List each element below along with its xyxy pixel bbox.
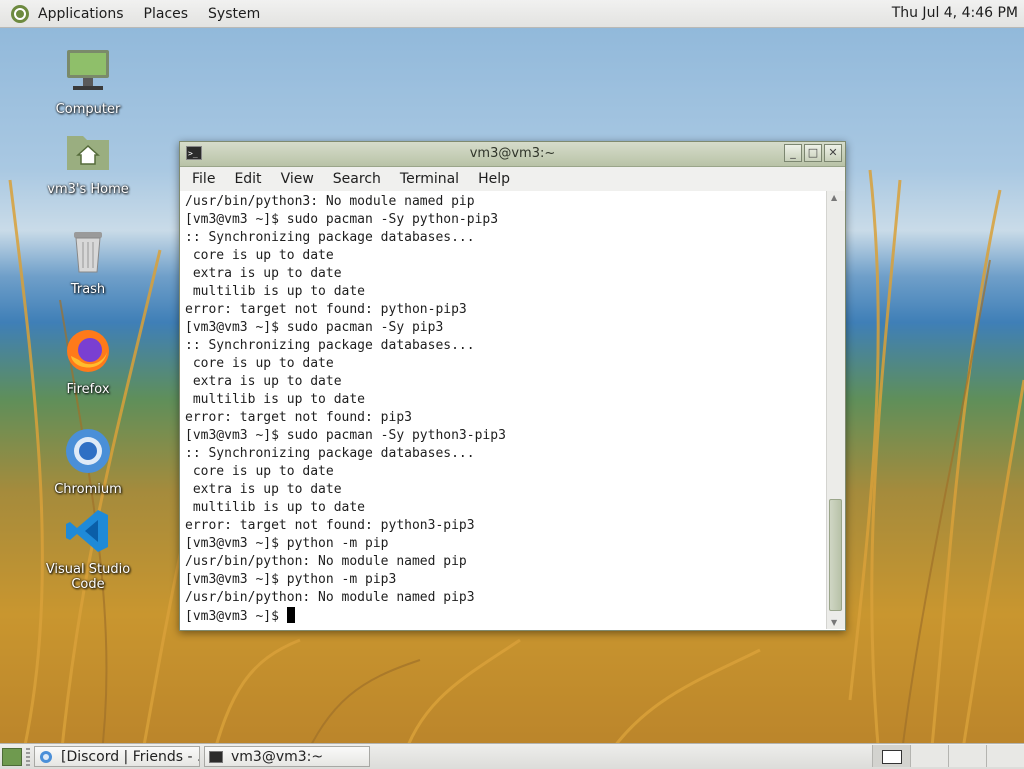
terminal-line: core is up to date [185,464,334,479]
terminal-line: multilib is up to date [185,284,366,299]
task-terminal[interactable]: vm3@vm3:~ [204,746,370,767]
desktop-icon-label: Visual Studio Code [45,562,131,592]
panel-grip[interactable] [26,747,30,766]
terminal-line: extra is up to date [185,266,342,281]
terminal-line: [vm3@vm3 ~]$ python -m pip3 [185,572,397,587]
menu-terminal[interactable]: Terminal [400,171,459,187]
terminal-line: :: Synchronizing package databases... [185,446,475,461]
desktop-icon-label: Computer [55,102,121,117]
terminal-line: [vm3@vm3 ~]$ sudo pacman -Sy pip3 [185,320,444,335]
mate-logo-icon[interactable] [10,4,30,24]
desktop-icon-computer[interactable]: Computer [28,46,148,117]
terminal-prompt: [vm3@vm3 ~]$ [185,609,287,624]
terminal-line: core is up to date [185,248,334,263]
workspace-switcher [872,745,1024,767]
desktop-icon-vscode[interactable]: Visual Studio Code [28,506,148,592]
menu-system[interactable]: System [198,6,270,22]
maximize-button[interactable]: □ [804,144,822,162]
terminal-line: multilib is up to date [185,392,366,407]
bottom-taskbar: [Discord | Friends - ... vm3@vm3:~ [0,743,1024,769]
desktop-icon-chromium[interactable]: Chromium [28,426,148,497]
trash-icon [74,232,102,273]
text-cursor [286,607,295,623]
terminal-line: /usr/bin/python3: No module named pip [185,194,475,209]
scroll-up-arrow-icon[interactable]: ▲ [831,193,837,202]
terminal-prompt-line[interactable]: [vm3@vm3 ~]$ [185,607,825,626]
show-desktop-button[interactable] [2,747,22,766]
terminal-icon [186,142,202,166]
chromium-icon [40,750,52,763]
desktop-icon-home[interactable]: vm3's Home [28,126,148,197]
menu-places[interactable]: Places [134,6,199,22]
workspace-2[interactable] [910,745,948,767]
chromium-icon [66,429,110,473]
terminal-line: extra is up to date [185,374,342,389]
workspace-3[interactable] [948,745,986,767]
terminal-icon [209,750,223,763]
terminal-line: extra is up to date [185,482,342,497]
terminal-line: :: Synchronizing package databases... [185,230,475,245]
terminal-line: error: target not found: python3-pip3 [185,518,475,533]
desktop-icon-label: Firefox [66,382,110,397]
terminal-output[interactable]: /usr/bin/python3: No module named pip [vm… [180,191,825,629]
desktop-icon-label: Trash [70,282,106,297]
window-controls: _ □ ✕ [784,144,842,162]
menu-view[interactable]: View [281,171,314,187]
window-titlebar[interactable]: vm3@vm3:~ _ □ ✕ [180,142,845,167]
terminal-line: [vm3@vm3 ~]$ python -m pip [185,536,389,551]
terminal-line: /usr/bin/python: No module named pip3 [185,590,475,605]
terminal-scrollbar[interactable]: ▲ ▼ [826,191,845,629]
computer-icon [67,50,109,90]
terminal-line: /usr/bin/python: No module named pip [185,554,467,569]
desktop-icon-label: vm3's Home [47,182,129,197]
terminal-line: [vm3@vm3 ~]$ sudo pacman -Sy python-pip3 [185,212,499,227]
menu-file[interactable]: File [192,171,215,187]
close-button[interactable]: ✕ [824,144,842,162]
terminal-menubar: File Edit View Search Terminal Help [180,167,845,191]
menu-help[interactable]: Help [478,171,510,187]
terminal-window: vm3@vm3:~ _ □ ✕ File Edit View Search Te… [179,141,846,631]
menu-edit[interactable]: Edit [234,171,261,187]
scrollbar-thumb[interactable] [829,499,842,611]
terminal-line: error: target not found: pip3 [185,410,412,425]
desktop-icon-label: Chromium [54,482,122,497]
vscode-icon [66,510,108,552]
window-title: vm3@vm3:~ [469,146,556,161]
terminal-line: :: Synchronizing package databases... [185,338,475,353]
terminal-line: multilib is up to date [185,500,366,515]
firefox-icon [67,330,109,372]
terminal-line: core is up to date [185,356,334,371]
workspace-4[interactable] [986,745,1024,767]
workspace-1[interactable] [872,745,910,767]
task-label: vm3@vm3:~ [231,748,324,765]
desktop-icon-firefox[interactable]: Firefox [28,326,148,397]
top-panel: Applications Places System Thu Jul 4, 4:… [0,0,1024,28]
task-discord[interactable]: [Discord | Friends - ... [34,746,200,767]
minimize-button[interactable]: _ [784,144,802,162]
desktop-icon-trash[interactable]: Trash [28,226,148,297]
scroll-down-arrow-icon[interactable]: ▼ [831,618,837,627]
terminal-line: [vm3@vm3 ~]$ sudo pacman -Sy python3-pip… [185,428,506,443]
task-label: [Discord | Friends - ... [61,748,200,765]
menu-search[interactable]: Search [333,171,381,187]
home-folder-icon [67,136,109,170]
menu-applications[interactable]: Applications [36,6,134,22]
clock[interactable]: Thu Jul 4, 4:46 PM [892,5,1018,21]
terminal-line: error: target not found: python-pip3 [185,302,467,317]
